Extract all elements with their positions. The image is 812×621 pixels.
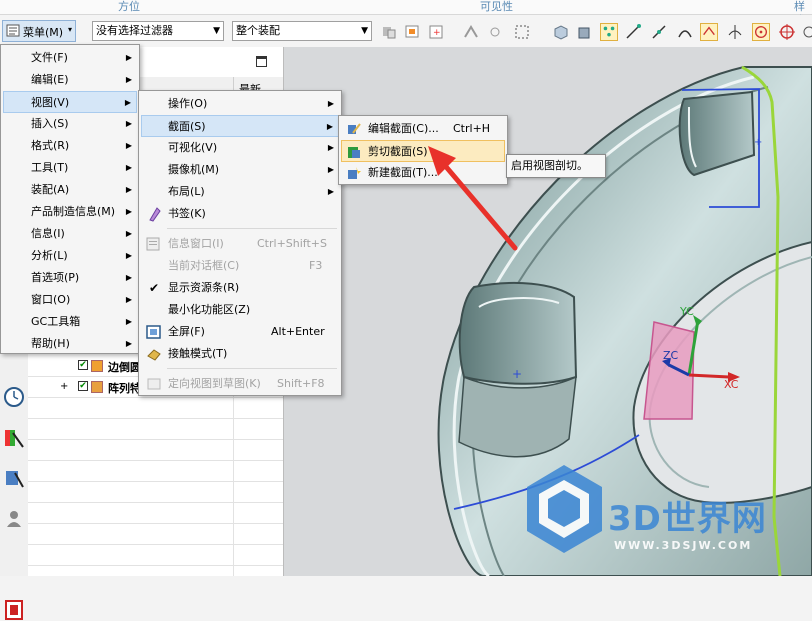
- menu-item-current-dialog: 当前对话框(C) F3: [168, 259, 323, 272]
- menu-icon: [6, 24, 20, 37]
- snap-control-point-icon[interactable]: [600, 23, 618, 41]
- maximize-icon[interactable]: [256, 56, 267, 67]
- menu-item-operation[interactable]: 操作(O) ▶: [141, 93, 339, 115]
- snap-more-icon[interactable]: [800, 23, 812, 41]
- menu-item-file[interactable]: 文件(F) ▶: [3, 47, 137, 69]
- edit-section-icon: [348, 123, 361, 134]
- menu-item-view[interactable]: 视图(V) ▶: [3, 91, 137, 113]
- menu-item-pmi[interactable]: 产品制造信息(M) ▶: [3, 201, 137, 223]
- feature-label: 边倒圆: [108, 361, 141, 374]
- menu-button-label: 菜单(M): [23, 26, 64, 39]
- pattern-feature-icon: [91, 381, 103, 393]
- menu-item-touch-mode[interactable]: 接触模式(T): [141, 343, 339, 365]
- snap-quadrant-icon[interactable]: [778, 23, 796, 41]
- fullscreen-icon: [146, 325, 161, 339]
- menu-item-edit[interactable]: 编辑(E) ▶: [3, 69, 137, 91]
- menu-item-info-window: 信息窗口(I) Ctrl+Shift+S: [141, 233, 339, 255]
- chevron-down-icon: ▼: [213, 26, 220, 36]
- menu-item-preferences[interactable]: 首选项(P) ▶: [3, 267, 137, 289]
- axis-label-x: XC: [724, 378, 739, 391]
- menu-item-tools[interactable]: 工具(T) ▶: [3, 157, 137, 179]
- menu-button[interactable]: 菜单(M) ▾: [2, 20, 76, 42]
- view-submenu: 操作(O) ▶ 截面(S) ▶ 可视化(V) ▶ 摄像机(M) ▶ 布局(L) ▶ 书签(…: [138, 90, 342, 396]
- blend-feature-icon: [91, 360, 103, 372]
- chevron-down-icon: ▼: [361, 26, 368, 36]
- snap-icon[interactable]: [462, 23, 480, 41]
- menu-item-visualization[interactable]: 可视化(V) ▶: [141, 137, 339, 159]
- touch-mode-icon: [147, 349, 161, 361]
- menu-item-fullscreen[interactable]: 全屏(F) Alt+Enter: [141, 321, 339, 343]
- filter-settings-icon[interactable]: [380, 23, 398, 41]
- menu-item-information[interactable]: 信息(I) ▶: [3, 223, 137, 245]
- menu-item-format[interactable]: 格式(R) ▶: [3, 135, 137, 157]
- menu-item-assembly[interactable]: 装配(A) ▶: [3, 179, 137, 201]
- menu-item-window[interactable]: 窗口(O) ▶: [3, 289, 137, 311]
- snap-tangent-icon[interactable]: [726, 23, 744, 41]
- history-clock-icon[interactable]: [3, 385, 25, 409]
- menu-item-bookmark[interactable]: 书签(K): [141, 203, 339, 225]
- snap-curve-icon[interactable]: [676, 23, 694, 41]
- ribbon-group-orientation: 方位: [118, 0, 140, 13]
- axis-label-y: YC: [680, 305, 694, 318]
- menu-item-orient-view-to-sketch: 定向视图到草图(K) Shift+F8: [141, 373, 339, 395]
- watermark-title: 3D世界网: [608, 499, 767, 539]
- assembly-scope-dropdown[interactable]: 整个装配 ▼: [232, 21, 372, 41]
- assembly-scope-value: 整个装配: [236, 24, 280, 37]
- menu-item-gc-toolbox[interactable]: GC工具箱 ▶: [3, 311, 137, 333]
- palette-icon[interactable]: [3, 427, 25, 451]
- ribbon-group-visibility: 可见性: [480, 0, 513, 13]
- menu-item-edit-section[interactable]: 编辑截面(C)... Ctrl+H: [341, 118, 505, 140]
- selection-filter-dropdown[interactable]: 没有选择过滤器 ▼: [92, 21, 224, 41]
- main-menu: 文件(F) ▶ 编辑(E) ▶ 视图(V) ▶ 插入(S) ▶ 格式(R) ▶ 工具(T)…: [0, 44, 140, 354]
- snap-endpoint-icon[interactable]: [624, 23, 642, 41]
- select-all-icon[interactable]: [404, 23, 422, 41]
- snap-point-icon[interactable]: [486, 23, 504, 41]
- select-add-icon[interactable]: +: [428, 23, 446, 41]
- menu-item-analysis[interactable]: 分析(L) ▶: [3, 245, 137, 267]
- axis-label-z: ZC: [663, 349, 679, 362]
- feature-label: 阵列特: [108, 382, 141, 395]
- annotation-arrow: [428, 146, 518, 251]
- snap-intersection-icon[interactable]: [700, 23, 718, 41]
- reuse-library-icon[interactable]: [3, 467, 25, 491]
- new-section-icon: [348, 167, 361, 179]
- menu-item-layout[interactable]: 布局(L) ▶: [141, 181, 339, 203]
- role-icon[interactable]: [3, 507, 25, 531]
- solid-body-icon[interactable]: [552, 23, 570, 41]
- menu-item-help[interactable]: 帮助(H) ▶: [3, 333, 137, 355]
- view-cube-icon[interactable]: [576, 23, 594, 41]
- snap-midpoint-icon[interactable]: [650, 23, 668, 41]
- expand-icon[interactable]: +: [60, 381, 68, 392]
- selection-filter-value: 没有选择过滤器: [96, 24, 173, 37]
- chevron-down-icon: ▾: [68, 25, 73, 34]
- info-window-icon: [146, 237, 160, 251]
- svg-text:+: +: [512, 367, 522, 381]
- system-materials-icon[interactable]: [3, 597, 25, 621]
- menu-item-insert[interactable]: 插入(S) ▶: [3, 113, 137, 135]
- bookmark-icon: [149, 207, 161, 222]
- watermark-url: WWW.3DSJW.COM: [614, 539, 753, 552]
- rectangle-select-icon[interactable]: [514, 23, 532, 41]
- checkbox[interactable]: ✔: [78, 360, 88, 370]
- svg-text:+: +: [433, 28, 441, 38]
- checkmark-icon: ✔: [149, 281, 160, 295]
- menu-item-section[interactable]: 截面(S) ▶: [141, 115, 339, 137]
- svg-text:+: +: [754, 137, 762, 148]
- menu-item-camera[interactable]: 摄像机(M) ▶: [141, 159, 339, 181]
- ribbon-group-labels: 方位 可见性 样式: [0, 0, 812, 27]
- clip-section-icon: [348, 147, 360, 158]
- orient-sketch-icon: [147, 378, 161, 390]
- menu-item-show-resource-bar[interactable]: ✔ 显示资源条(R): [141, 277, 339, 299]
- checkbox[interactable]: ✔: [78, 381, 88, 391]
- snap-center-icon[interactable]: [752, 23, 770, 41]
- menu-item-minimize-ribbon[interactable]: 最小化功能区(Z): [141, 299, 339, 321]
